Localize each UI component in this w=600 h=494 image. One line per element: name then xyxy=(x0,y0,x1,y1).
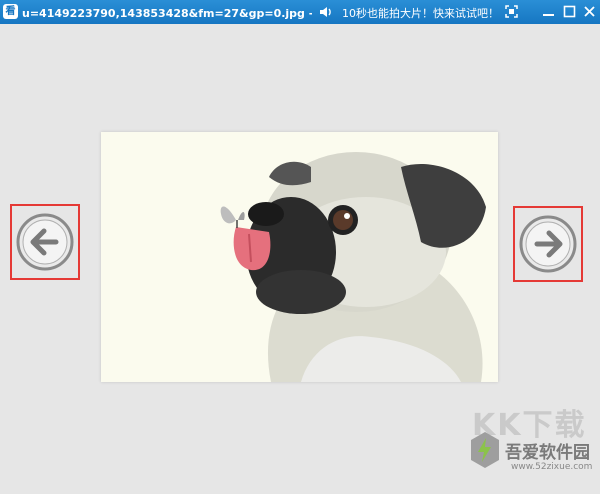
close-icon[interactable] xyxy=(581,3,598,20)
watermark-logo-icon xyxy=(471,432,499,468)
app-icon[interactable]: 看 xyxy=(3,4,18,19)
maximize-icon[interactable] xyxy=(561,3,578,20)
promo-link[interactable]: 10秒也能拍大片！快来试试吧！ xyxy=(342,5,499,21)
arrow-left-icon xyxy=(16,213,74,271)
fit-screen-icon[interactable] xyxy=(503,3,520,20)
speaker-icon[interactable] xyxy=(318,4,334,20)
watermark-site-name: 吾爱软件园 xyxy=(505,443,590,463)
photo-pug xyxy=(101,132,498,382)
next-image-button[interactable] xyxy=(513,206,583,282)
prev-image-button[interactable] xyxy=(10,204,80,280)
window-title: u=4149223790,143853428&fm=27&gp=0.jpg - … xyxy=(22,7,312,20)
minimize-icon[interactable] xyxy=(540,3,557,20)
title-bar: 看 u=4149223790,143853428&fm=27&gp=0.jpg … xyxy=(0,0,600,24)
watermark-url: www.52zixue.com xyxy=(511,462,593,472)
arrow-right-icon xyxy=(519,215,577,273)
